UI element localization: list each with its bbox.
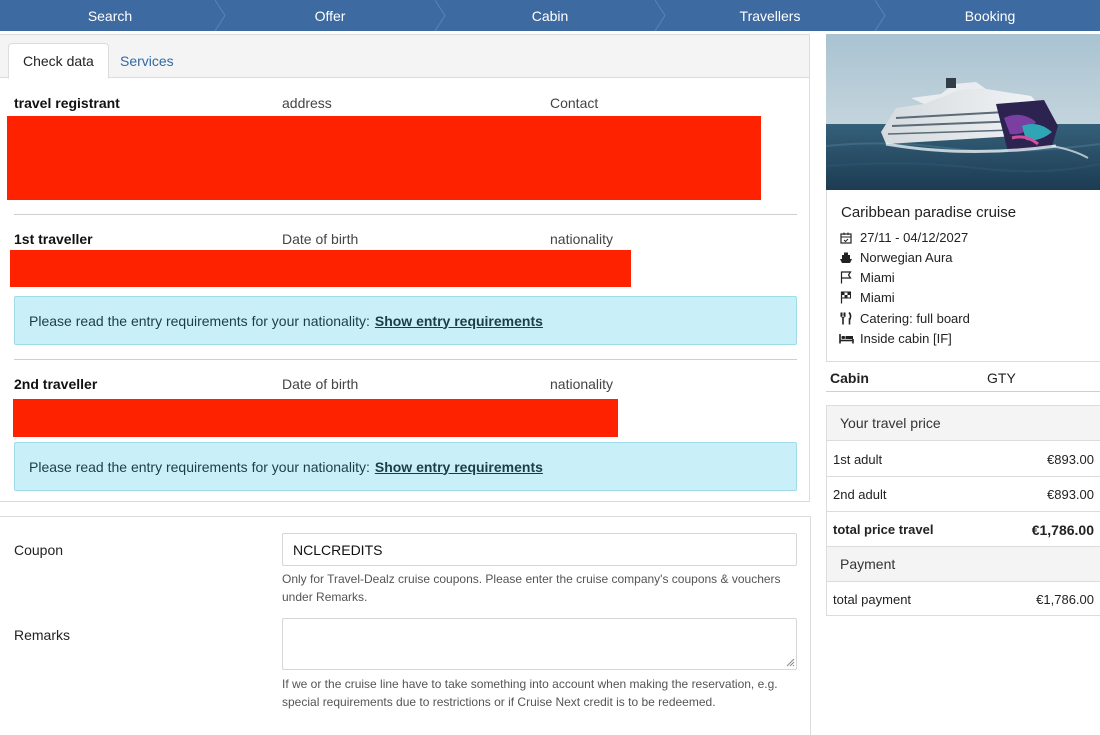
flag-icon (838, 271, 854, 285)
step-travellers[interactable]: Travellers (660, 0, 886, 31)
alert-text: Please read the entry requirements for y… (29, 312, 370, 329)
remarks-help-text: If we or the cruise line have to take so… (282, 675, 802, 711)
coupon-help-line-1: Only for Travel-Dealz cruise coupons. Pl… (282, 572, 781, 586)
show-entry-requirements-link-1[interactable]: Show entry requirements (375, 313, 543, 329)
cruise-summary: Caribbean paradise cruise 27/11 - 04/12/… (826, 190, 1100, 362)
alert-text: Please read the entry requirements for y… (29, 458, 370, 475)
traveller2-heading: 2nd traveller (14, 376, 98, 392)
step-search[interactable]: Search (0, 0, 226, 31)
registrant-address-label: address (282, 95, 332, 111)
calendar-icon (838, 231, 854, 245)
coupon-help-line-2: under Remarks. (282, 590, 368, 604)
divider (14, 214, 797, 215)
step-booking[interactable]: Booking (880, 0, 1100, 31)
step-booking-label: Booking (964, 7, 1016, 24)
resize-grip-icon[interactable] (785, 657, 795, 667)
cruise-cabin-type-line: Inside cabin [IF] (838, 331, 952, 346)
traveller1-dob-label: Date of birth (282, 231, 359, 247)
remarks-textarea[interactable] (282, 618, 797, 670)
total-price-label: total price travel (833, 522, 934, 537)
remarks-help-line-1: If we or the cruise line have to take so… (282, 677, 778, 691)
bed-icon (838, 332, 854, 346)
redacted-traveller2-details (13, 399, 618, 437)
coupon-input[interactable] (282, 533, 797, 566)
step-separator (214, 0, 226, 31)
coupon-help-text: Only for Travel-Dealz cruise coupons. Pl… (282, 570, 802, 606)
price-row: 1st adult €893.00 (827, 442, 1100, 477)
price-row-value: €893.00 (1047, 487, 1094, 502)
cabin-label: Cabin (830, 370, 869, 386)
booking-steps-bar: Search Offer Cabin Travellers Booking (0, 0, 1100, 31)
cruise-departure: Miami (860, 270, 895, 285)
entry-requirements-alert-2: Please read the entry requirements for y… (14, 442, 797, 491)
remarks-label: Remarks (14, 627, 71, 643)
cruise-cabin-type: Inside cabin [IF] (860, 331, 952, 346)
price-row-label: 1st adult (833, 452, 883, 467)
cruise-ship-line: Norwegian Aura (838, 250, 953, 265)
step-separator (654, 0, 666, 31)
cruise-ship: Norwegian Aura (860, 250, 953, 265)
redacted-traveller1-details (10, 250, 631, 287)
cruise-dates-line: 27/11 - 04/12/2027 (838, 230, 968, 245)
price-row-label: 2nd adult (833, 487, 887, 502)
cruise-arrival-line: Miami (838, 290, 895, 305)
redacted-registrant-details (7, 116, 761, 200)
payment-row: total payment €1,786.00 (827, 582, 1100, 617)
step-offer[interactable]: Offer (220, 0, 446, 31)
payment-header: Payment (827, 547, 1100, 582)
check-data-panel: Check data Services travel registrant ad… (0, 34, 810, 502)
show-entry-requirements-link-2[interactable]: Show entry requirements (375, 459, 543, 475)
step-cabin[interactable]: Cabin (440, 0, 666, 31)
cruise-ship-image (826, 34, 1100, 190)
tab-bar: Check data Services (0, 35, 809, 79)
step-travellers-label: Travellers (739, 7, 801, 24)
cabin-row: Cabin GTY (826, 362, 1100, 392)
coupon-remarks-form: Coupon Only for Travel-Dealz cruise coup… (0, 516, 811, 735)
traveller1-nationality-label: nationality (550, 231, 614, 247)
traveller1-heading: 1st traveller (14, 231, 93, 247)
divider (14, 359, 797, 360)
remarks-help-line-2: special requirements due to restrictions… (282, 695, 716, 709)
cruise-dates: 27/11 - 04/12/2027 (860, 230, 969, 245)
tab-services[interactable]: Services (106, 43, 188, 78)
payment-value: €1,786.00 (1036, 592, 1094, 607)
cabin-value: GTY (987, 370, 1016, 386)
traveller2-nationality-label: nationality (550, 376, 614, 392)
step-offer-label: Offer (314, 7, 346, 24)
price-row: 2nd adult €893.00 (827, 477, 1100, 512)
cruise-arrival: Miami (860, 290, 895, 305)
travel-price-box: Your travel price 1st adult €893.00 2nd … (826, 405, 1100, 616)
cruise-catering-line: Catering: full board (838, 311, 970, 326)
registrant-heading: travel registrant (14, 95, 120, 111)
coupon-label: Coupon (14, 542, 64, 558)
step-separator (874, 0, 886, 31)
total-price-row: total price travel €1,786.00 (827, 512, 1100, 547)
step-search-label: Search (87, 7, 133, 24)
cruise-title: Caribbean paradise cruise (841, 204, 1017, 221)
total-price-value: €1,786.00 (1031, 522, 1094, 538)
ship-icon (838, 251, 854, 265)
travel-price-header: Your travel price (827, 406, 1100, 441)
traveller2-dob-label: Date of birth (282, 376, 359, 392)
registrant-contact-label: Contact (550, 95, 599, 111)
entry-requirements-alert-1: Please read the entry requirements for y… (14, 296, 797, 345)
checkered-flag-icon (838, 291, 854, 305)
payment-label: total payment (833, 592, 912, 607)
price-row-value: €893.00 (1047, 452, 1094, 467)
cruise-catering: Catering: full board (860, 311, 970, 326)
step-cabin-label: Cabin (531, 7, 569, 24)
cruise-departure-line: Miami (838, 270, 895, 285)
cutlery-icon (838, 312, 854, 326)
tab-check-data[interactable]: Check data (8, 43, 109, 79)
step-separator (434, 0, 446, 31)
